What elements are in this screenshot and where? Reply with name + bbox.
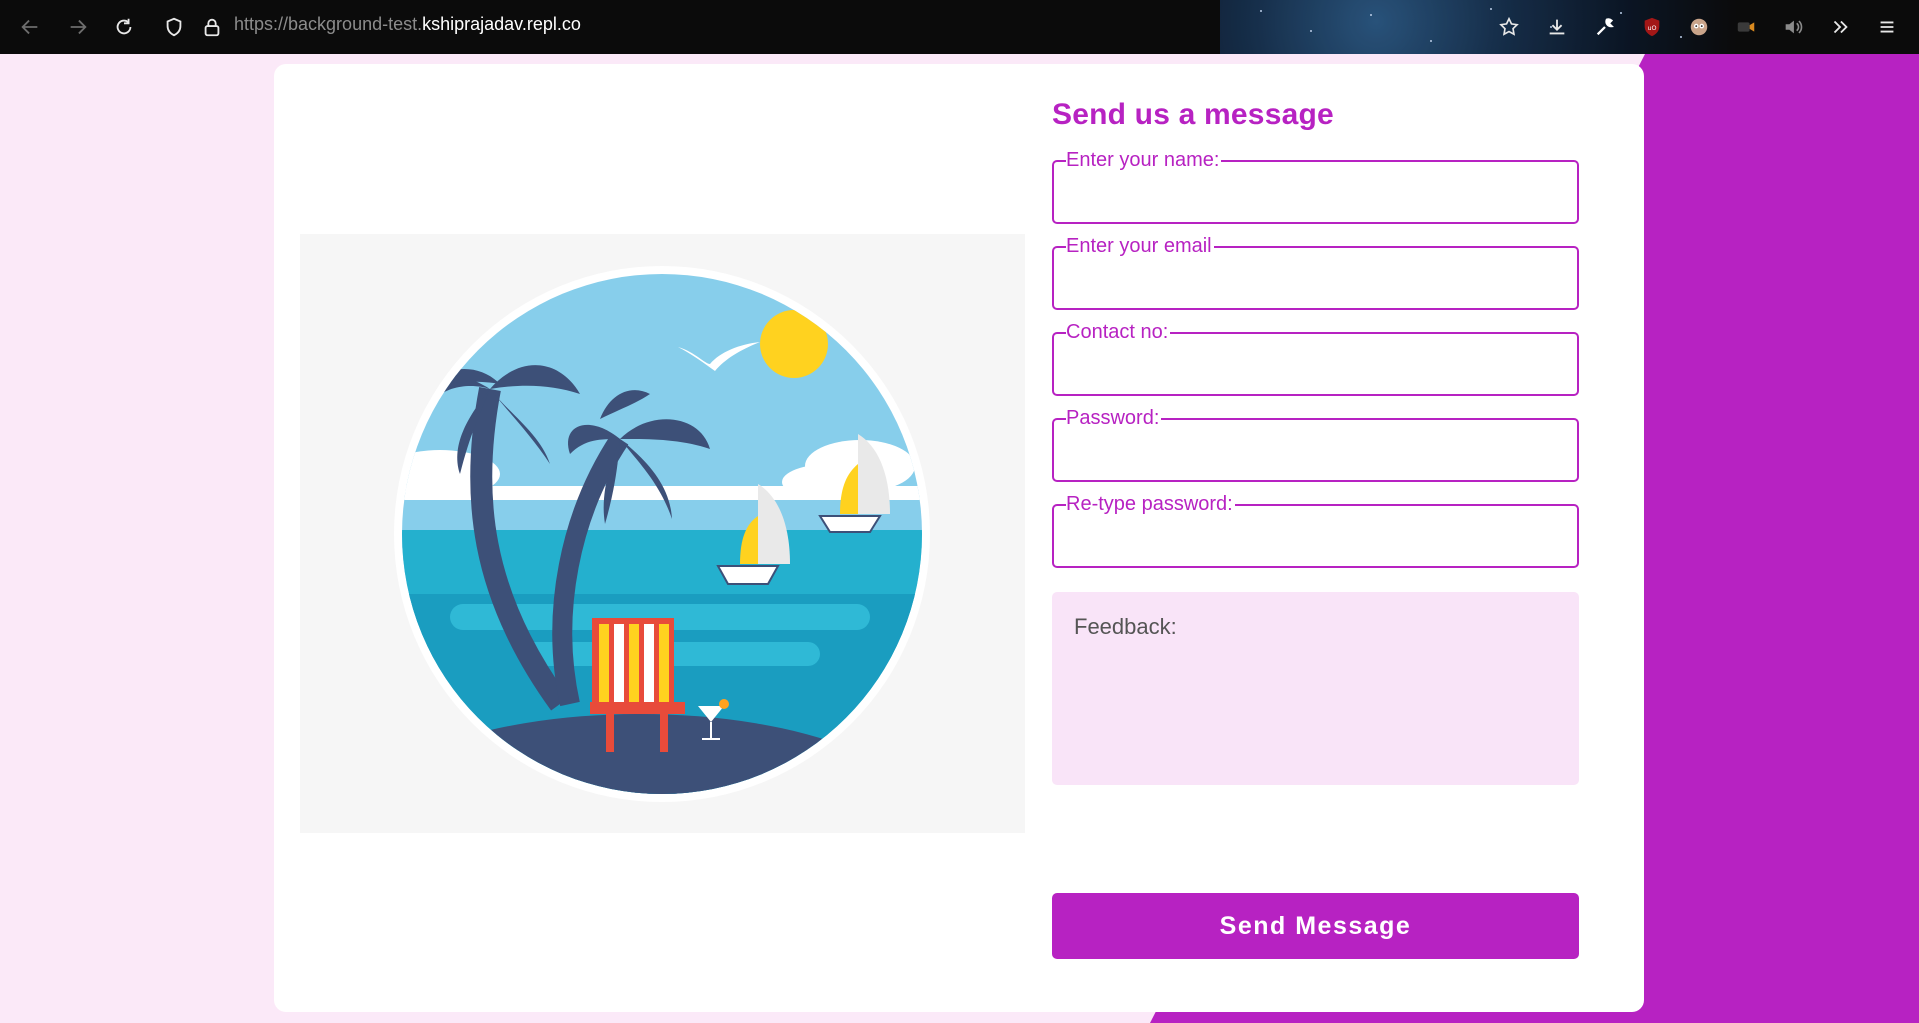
extension-video-icon[interactable] bbox=[1730, 11, 1762, 43]
svg-text:uO: uO bbox=[1647, 24, 1656, 32]
beach-illustration bbox=[300, 234, 1025, 833]
retype-password-field[interactable]: Re-type password: bbox=[1052, 493, 1579, 568]
beach-illustration-svg bbox=[394, 266, 930, 802]
password-input[interactable] bbox=[1064, 436, 1569, 468]
menu-icon[interactable] bbox=[1871, 11, 1903, 43]
back-icon[interactable] bbox=[14, 11, 46, 43]
feedback-textarea[interactable] bbox=[1052, 592, 1579, 785]
star-icon[interactable] bbox=[1493, 11, 1525, 43]
shield-icon[interactable] bbox=[158, 11, 190, 43]
download-icon[interactable] bbox=[1541, 11, 1573, 43]
password-label: Password: bbox=[1066, 407, 1162, 429]
contact-label: Contact no: bbox=[1066, 321, 1171, 343]
contact-input[interactable] bbox=[1064, 350, 1569, 382]
email-field[interactable]: Enter your email bbox=[1052, 235, 1579, 310]
forward-icon[interactable] bbox=[62, 11, 94, 43]
send-message-button[interactable]: Send Message bbox=[1052, 893, 1579, 959]
name-field[interactable]: Enter your name: bbox=[1052, 149, 1579, 224]
contact-field[interactable]: Contact no: bbox=[1052, 321, 1579, 396]
name-input[interactable] bbox=[1064, 178, 1569, 210]
password-field[interactable]: Password: bbox=[1052, 407, 1579, 482]
speaker-icon[interactable] bbox=[1777, 11, 1809, 43]
extension-face-icon[interactable] bbox=[1683, 11, 1715, 43]
name-label: Enter your name: bbox=[1066, 149, 1222, 171]
email-label: Enter your email bbox=[1066, 235, 1214, 257]
reload-icon[interactable] bbox=[108, 11, 140, 43]
email-input[interactable] bbox=[1064, 264, 1569, 296]
url-bar[interactable]: https://background-test.kshiprajadav.rep… bbox=[234, 14, 581, 35]
ublock-icon[interactable]: uO bbox=[1636, 11, 1668, 43]
wrench-icon[interactable] bbox=[1589, 11, 1621, 43]
lock-icon[interactable] bbox=[196, 11, 228, 43]
retype-password-input[interactable] bbox=[1064, 522, 1569, 554]
url-host: kshiprajadav.repl.co bbox=[422, 14, 581, 34]
retype-password-label: Re-type password: bbox=[1066, 493, 1235, 515]
form-title: Send us a message bbox=[1052, 98, 1334, 131]
overflow-icon[interactable] bbox=[1824, 11, 1856, 43]
browser-toolbar: https://background-test.kshiprajadav.rep… bbox=[0, 0, 1919, 54]
url-prefix: https://background-test. bbox=[234, 14, 423, 34]
